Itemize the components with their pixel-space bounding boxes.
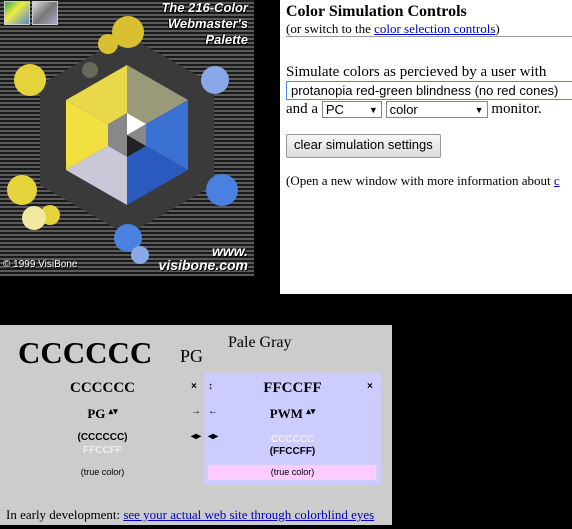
right-abbr: PWM ▴▾	[204, 406, 381, 422]
and-a-label: and a	[286, 101, 319, 117]
platform-value: PC	[325, 102, 344, 118]
chevron-down-icon: ▼	[474, 105, 484, 116]
switch-suffix: )	[495, 21, 500, 36]
stepper-icon[interactable]: ▴▾	[109, 406, 118, 416]
platform-select[interactable]: PC ▼	[321, 101, 382, 119]
right-abbr-text: PWM	[269, 406, 303, 421]
up-down-arrow-icon[interactable]: ↕	[208, 381, 213, 392]
selected-color-name: Pale Gray	[228, 334, 292, 351]
right-hex: FFCCFF	[263, 380, 322, 396]
colorblind-preview-link[interactable]: see your actual web site through colorbl…	[123, 507, 374, 522]
palette-title-line-3: Palette	[205, 32, 248, 47]
close-icon[interactable]: ×	[367, 381, 373, 392]
switch-prefix: (or switch to the	[286, 21, 375, 36]
right-true-color: (true color)	[270, 467, 315, 477]
left-true-color: (true color)	[80, 467, 125, 477]
left-paren-hex: (CCCCCC)	[77, 432, 128, 443]
true-color-column: FFCCFF PWM ▴▾ CCCCCC (FFCCFF) (true colo…	[204, 373, 381, 485]
simulate-label: Simulate colors as percieved by a user w…	[286, 64, 547, 80]
monitor-type-value: color	[389, 102, 418, 118]
palette-title-line-2: Webmaster's	[167, 16, 248, 31]
right-faint-hex: CCCCCC	[270, 434, 315, 445]
palette-url: www. visibone.com	[159, 244, 248, 272]
palette-copyright: © 1999 VisiBone	[3, 259, 78, 270]
chevron-down-icon: ▼	[368, 105, 378, 116]
simulated-color-column: CCCCCC PG ▴▾ (CCCCCC) FFCCFF (true color…	[6, 373, 201, 485]
visibone-palette-image[interactable]: The 216-Color Webmaster's Palette © 1999…	[0, 0, 254, 276]
right-paren-hex: (FFCCFF)	[269, 446, 316, 457]
swap-icon[interactable]: ◂▸	[191, 431, 201, 442]
divider	[286, 36, 572, 37]
panel-footer: In early development: see your actual we…	[6, 507, 374, 523]
left-abbr-text: PG	[87, 406, 106, 421]
controls-title: Color Simulation Controls	[286, 3, 467, 20]
monitor-row: and a PC ▼ color ▼ monitor.	[286, 101, 542, 121]
open-note-prefix: (Open a new window with more information…	[286, 173, 554, 188]
switch-note: (or switch to the color selection contro…	[286, 21, 500, 37]
thumbnail-1[interactable]	[4, 1, 30, 25]
left-abbr: PG ▴▾	[6, 406, 199, 422]
thumbnail-2[interactable]	[32, 1, 58, 25]
left-hex: CCCCCC	[70, 380, 135, 396]
palette-url-line-1: www.	[211, 243, 248, 259]
swap-icon[interactable]: ◂▸	[208, 431, 218, 442]
clear-simulation-button[interactable]: clear simulation settings	[286, 134, 441, 158]
more-info-link[interactable]: c	[554, 173, 560, 188]
arrow-right-icon[interactable]: →	[191, 406, 201, 417]
open-window-note: (Open a new window with more information…	[286, 173, 560, 189]
blindness-select[interactable]: protanopia red-green blindness (no red c…	[286, 81, 572, 100]
palette-title: The 216-Color Webmaster's Palette	[161, 0, 248, 48]
arrow-left-icon[interactable]: ←	[208, 406, 218, 417]
left-faint-hex: FFCCFF	[83, 445, 122, 456]
selected-color-abbr: PG	[180, 346, 204, 366]
palette-url-line-2: visibone.com	[158, 257, 248, 273]
color-detail-panel: CCCCCC PG Pale Gray CCCCCC PG ▴▾ (CCCCCC…	[0, 325, 392, 525]
monitor-label: monitor.	[491, 101, 542, 117]
close-icon[interactable]: ×	[191, 381, 197, 392]
footer-prefix: In early development:	[6, 507, 124, 522]
color-selection-link[interactable]: color selection controls	[374, 21, 495, 36]
stepper-icon[interactable]: ▴▾	[306, 406, 315, 416]
palette-title-line-1: The 216-Color	[161, 0, 248, 15]
simulation-controls-frame: Color Simulation Controls (or switch to …	[280, 0, 572, 294]
monitor-type-select[interactable]: color ▼	[385, 101, 488, 119]
selected-color-hex: CCCCCC	[18, 335, 153, 370]
